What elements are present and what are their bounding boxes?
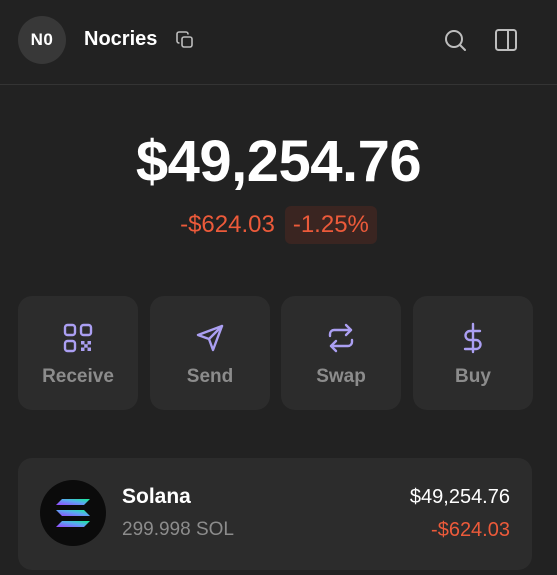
change-amount: -$624.03 [180,211,275,238]
receive-button[interactable]: Receive [18,296,138,410]
send-button[interactable]: Send [150,296,270,410]
buy-button[interactable]: Buy [413,296,533,410]
change-percent-badge: -1.25% [284,206,377,244]
portfolio-balance: $49,254.76 [135,129,422,194]
send-label: Send [186,366,234,387]
sidebar-panel-icon[interactable] [494,28,518,52]
portfolio-change: -$624.03 -1.25% [0,206,557,244]
qr-code-icon [63,323,93,353]
swap-label: Swap [316,366,366,387]
receive-label: Receive [42,366,114,387]
token-change: -$624.03 [431,519,510,541]
header: N0 Nocries [0,0,557,85]
dollar-icon [463,322,482,354]
copy-icon[interactable] [175,30,195,50]
token-amount: 299.998 SOL [122,519,234,540]
solana-logo-glyph [56,499,90,527]
swap-icon [328,323,354,353]
account-name[interactable]: Nocries [84,28,157,51]
send-icon [196,324,224,352]
token-value: $49,254.76 [409,486,510,508]
solana-logo-icon [40,480,106,546]
buy-label: Buy [455,366,491,387]
token-name: Solana [122,485,191,508]
token-row-solana[interactable]: Solana 299.998 SOL $49,254.76 -$624.03 [18,458,532,570]
account-avatar[interactable]: N0 [18,16,66,64]
swap-button[interactable]: Swap [281,296,401,410]
action-buttons: Receive Send Swap Buy [18,296,533,410]
search-icon[interactable] [443,28,467,52]
